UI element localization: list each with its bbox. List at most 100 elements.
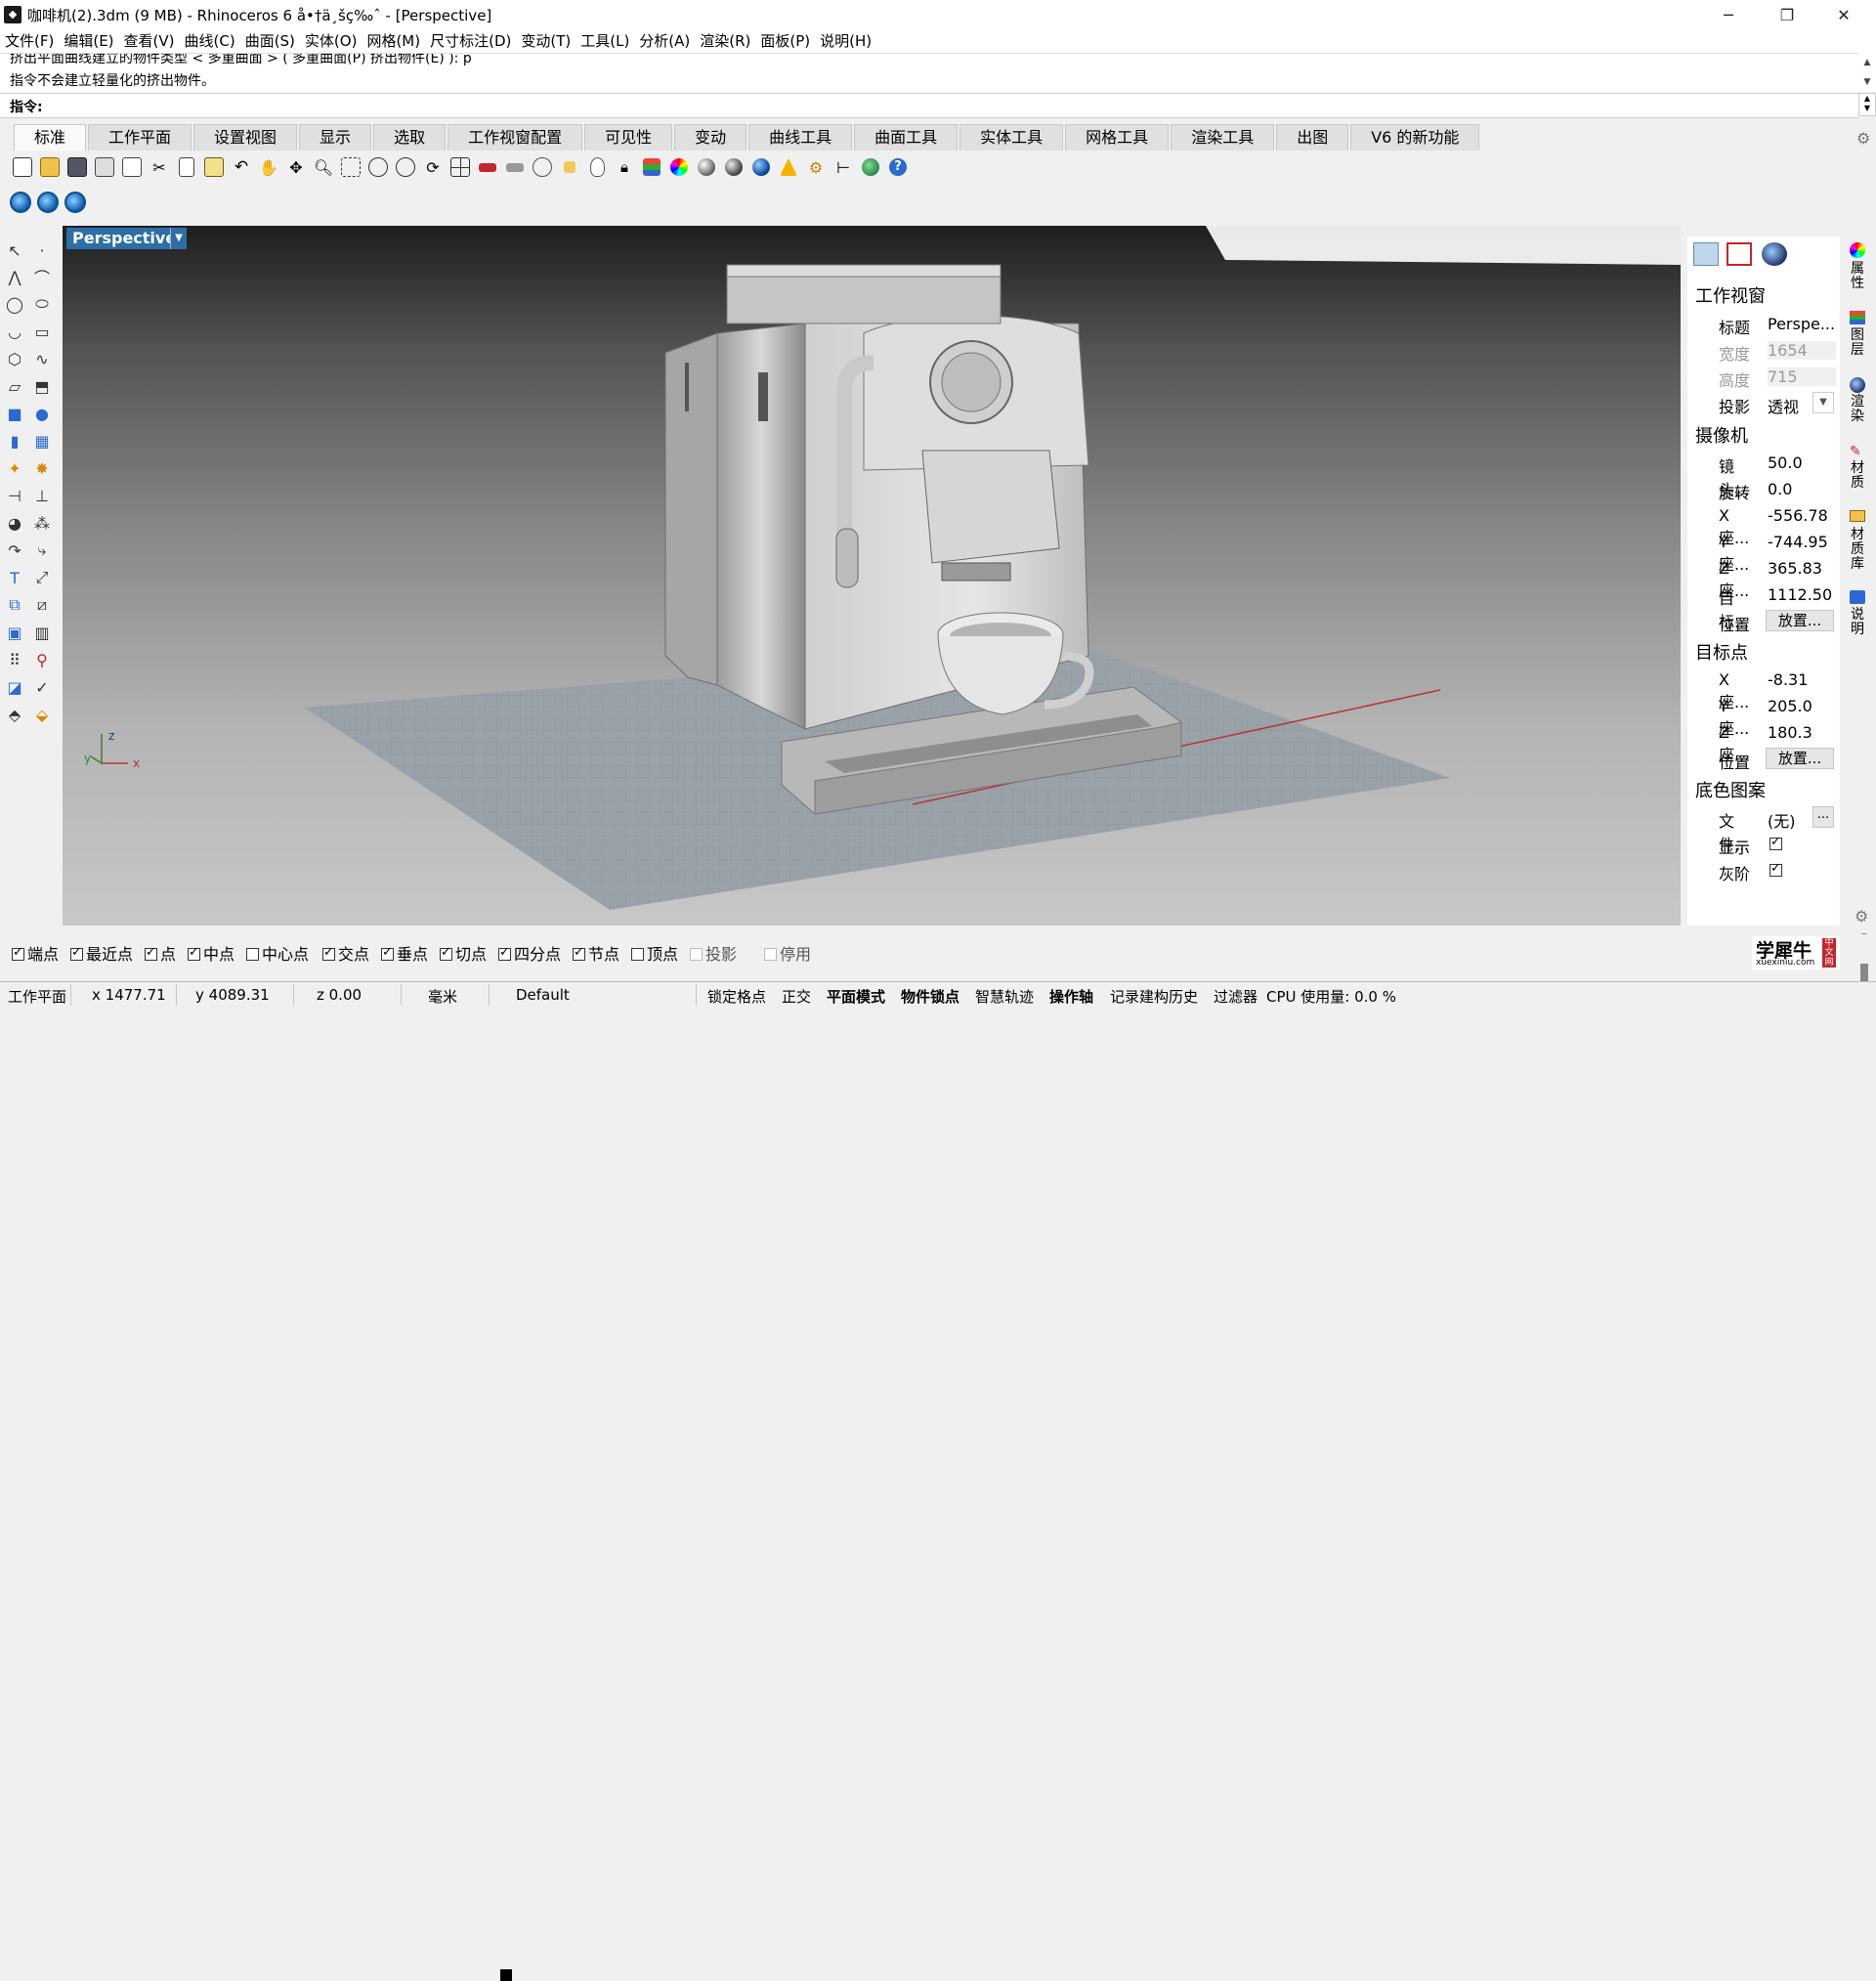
tab-transform[interactable]: 变动 [674, 124, 747, 151]
osnap-tangent[interactable]: 切点 [440, 941, 487, 965]
light-icon[interactable] [776, 154, 801, 180]
tab-cplanes[interactable]: 工作平面 [88, 124, 192, 151]
command-history-spinner[interactable]: ▲ ▼ [1858, 93, 1876, 116]
title-value[interactable]: Perspe... [1768, 315, 1836, 333]
grayscale-checkbox[interactable] [1769, 861, 1782, 881]
dimension-icon[interactable]: ⊢ [831, 154, 856, 180]
browse-file-button[interactable]: ... [1812, 806, 1834, 828]
polygon-icon[interactable]: ⬡ [4, 348, 25, 369]
pan-hand-icon[interactable]: ✋ [256, 154, 281, 180]
sphere-icon[interactable] [694, 154, 719, 180]
tab-solid-tools[interactable]: 实体工具 [959, 124, 1064, 151]
status-grid-snap[interactable]: 锁定格点 [707, 986, 766, 1007]
viewport-properties-icon[interactable] [1727, 242, 1752, 266]
command-input[interactable] [47, 97, 1845, 114]
camera-place-button[interactable]: 放置... [1766, 610, 1834, 631]
globe-icon[interactable] [858, 154, 883, 180]
rotation-value[interactable]: 0.0 [1768, 480, 1836, 498]
split-icon[interactable]: ⊥ [31, 485, 53, 506]
osnap-project[interactable]: 投影 [690, 941, 737, 965]
trim-icon[interactable]: ⊣ [4, 485, 25, 506]
projection-select[interactable]: 透视 [1768, 394, 1811, 417]
menu-render[interactable]: 渲染(R) [695, 29, 755, 53]
open-file-icon[interactable] [37, 154, 63, 180]
help-icon[interactable]: ? [885, 154, 911, 180]
menu-file[interactable]: 文件(F) [0, 29, 59, 53]
menu-edit[interactable]: 编辑(E) [59, 29, 118, 53]
status-cplane[interactable]: 工作平面 [8, 986, 66, 1007]
osnap-point[interactable]: 点 [145, 941, 176, 965]
target-z-value[interactable]: 180.3 [1768, 723, 1836, 742]
maximize-button[interactable]: ❐ [1759, 0, 1815, 29]
menu-surface[interactable]: 曲面(S) [240, 29, 300, 53]
rhino-plugin-3-icon[interactable] [64, 192, 86, 213]
menu-panels[interactable]: 面板(P) [755, 29, 815, 53]
camera-x-value[interactable]: -556.78 [1768, 506, 1836, 525]
tab-render-tools[interactable]: 渲染工具 [1171, 124, 1275, 151]
status-record-history[interactable]: 记录建构历史 [1110, 986, 1198, 1007]
render-tools-icon[interactable]: ✦ [4, 457, 25, 479]
settings-gear-icon[interactable]: ⚙ [1855, 907, 1868, 926]
osnap-vertex[interactable]: 顶点 [631, 941, 678, 965]
render-settings-icon[interactable] [1762, 242, 1787, 266]
menu-help[interactable]: 说明(H) [815, 29, 876, 53]
cut-icon[interactable]: ✂ [147, 154, 172, 180]
array-icon[interactable]: ⧉ [4, 594, 25, 616]
side-tab-properties[interactable]: 属性 [1848, 262, 1867, 291]
tab-set-view[interactable]: 设置视图 [193, 124, 298, 151]
point-icon[interactable]: · [31, 239, 53, 261]
color-wheel-icon[interactable] [666, 154, 692, 180]
drafting-icon[interactable]: ◪ [4, 676, 25, 698]
undo-icon[interactable]: ↶ [229, 154, 254, 180]
ellipse-icon[interactable]: ⬭ [31, 293, 53, 315]
menu-dimension[interactable]: 尺寸标注(D) [425, 29, 516, 53]
tab-mesh-tools[interactable]: 网格工具 [1065, 124, 1170, 151]
zoom-icon[interactable]: 🔍︎ [311, 154, 336, 180]
lens-value[interactable]: 50.0 [1768, 453, 1836, 472]
osnap-midpoint[interactable]: 中点 [188, 941, 234, 965]
zoom-extents-icon[interactable] [365, 154, 391, 180]
menu-tools[interactable]: 工具(L) [576, 29, 634, 53]
scale-icon[interactable]: ⤢ [31, 567, 53, 588]
osnap-perpendicular[interactable]: 垂点 [381, 941, 428, 965]
osnap-quadrant[interactable]: 四分点 [498, 941, 561, 965]
osnap-intersection[interactable]: 交点 [322, 941, 369, 965]
menu-solid[interactable]: 实体(O) [300, 29, 362, 53]
side-tab-material[interactable]: 材质 [1848, 461, 1867, 491]
check-icon[interactable]: ✓ [31, 676, 53, 698]
rhino-plugin-2-icon[interactable] [37, 192, 59, 213]
zoom-selected-icon[interactable] [393, 154, 418, 180]
status-smarttrack[interactable]: 智慧轨迹 [975, 986, 1034, 1007]
lock-icon[interactable]: 🔒︎ [612, 154, 637, 180]
rectangle-icon[interactable]: ▭ [31, 321, 53, 342]
options-gear-icon[interactable]: ⚙ [803, 154, 829, 180]
paint-icon[interactable]: ⬙ [31, 704, 53, 725]
target-y-value[interactable]: 205.0 [1768, 697, 1836, 715]
arc-icon[interactable]: ◡ [4, 321, 25, 342]
explode-icon[interactable]: ✸ [31, 457, 53, 479]
solid-edit-icon[interactable]: ▣ [4, 622, 25, 643]
target-x-value[interactable]: -8.31 [1768, 670, 1836, 689]
status-ortho[interactable]: 正交 [782, 986, 811, 1007]
status-filter[interactable]: 过滤器 [1214, 986, 1258, 1007]
ungroup-icon[interactable]: ⁂ [31, 512, 53, 534]
rhino-plugin-1-icon[interactable] [10, 192, 31, 213]
blocks-icon[interactable]: ⬘ [4, 704, 25, 725]
fillet-icon[interactable]: ↷ [4, 539, 25, 561]
tab-visibility[interactable]: 可见性 [584, 124, 673, 151]
menu-mesh[interactable]: 网格(M) [362, 29, 425, 53]
tab-standard[interactable]: 标准 [14, 124, 87, 151]
box-icon[interactable]: ■ [4, 403, 25, 424]
minimize-button[interactable]: ─ [1700, 0, 1757, 29]
tab-surface-tools[interactable]: 曲面工具 [854, 124, 959, 151]
show-checkbox[interactable] [1769, 835, 1782, 854]
group-icon[interactable]: ◕ [4, 512, 25, 534]
mirror-icon[interactable]: ⧄ [31, 594, 53, 616]
mesh-icon[interactable]: ▦ [31, 430, 53, 452]
side-tab-help[interactable]: 说明 [1848, 608, 1867, 637]
side-tab-render[interactable]: 渲染 [1848, 395, 1867, 424]
select-arrow-icon[interactable]: ↖ [4, 239, 25, 261]
status-planar[interactable]: 平面模式 [827, 986, 885, 1007]
surface-icon[interactable]: ▱ [4, 375, 25, 397]
tab-select[interactable]: 选取 [373, 124, 447, 151]
